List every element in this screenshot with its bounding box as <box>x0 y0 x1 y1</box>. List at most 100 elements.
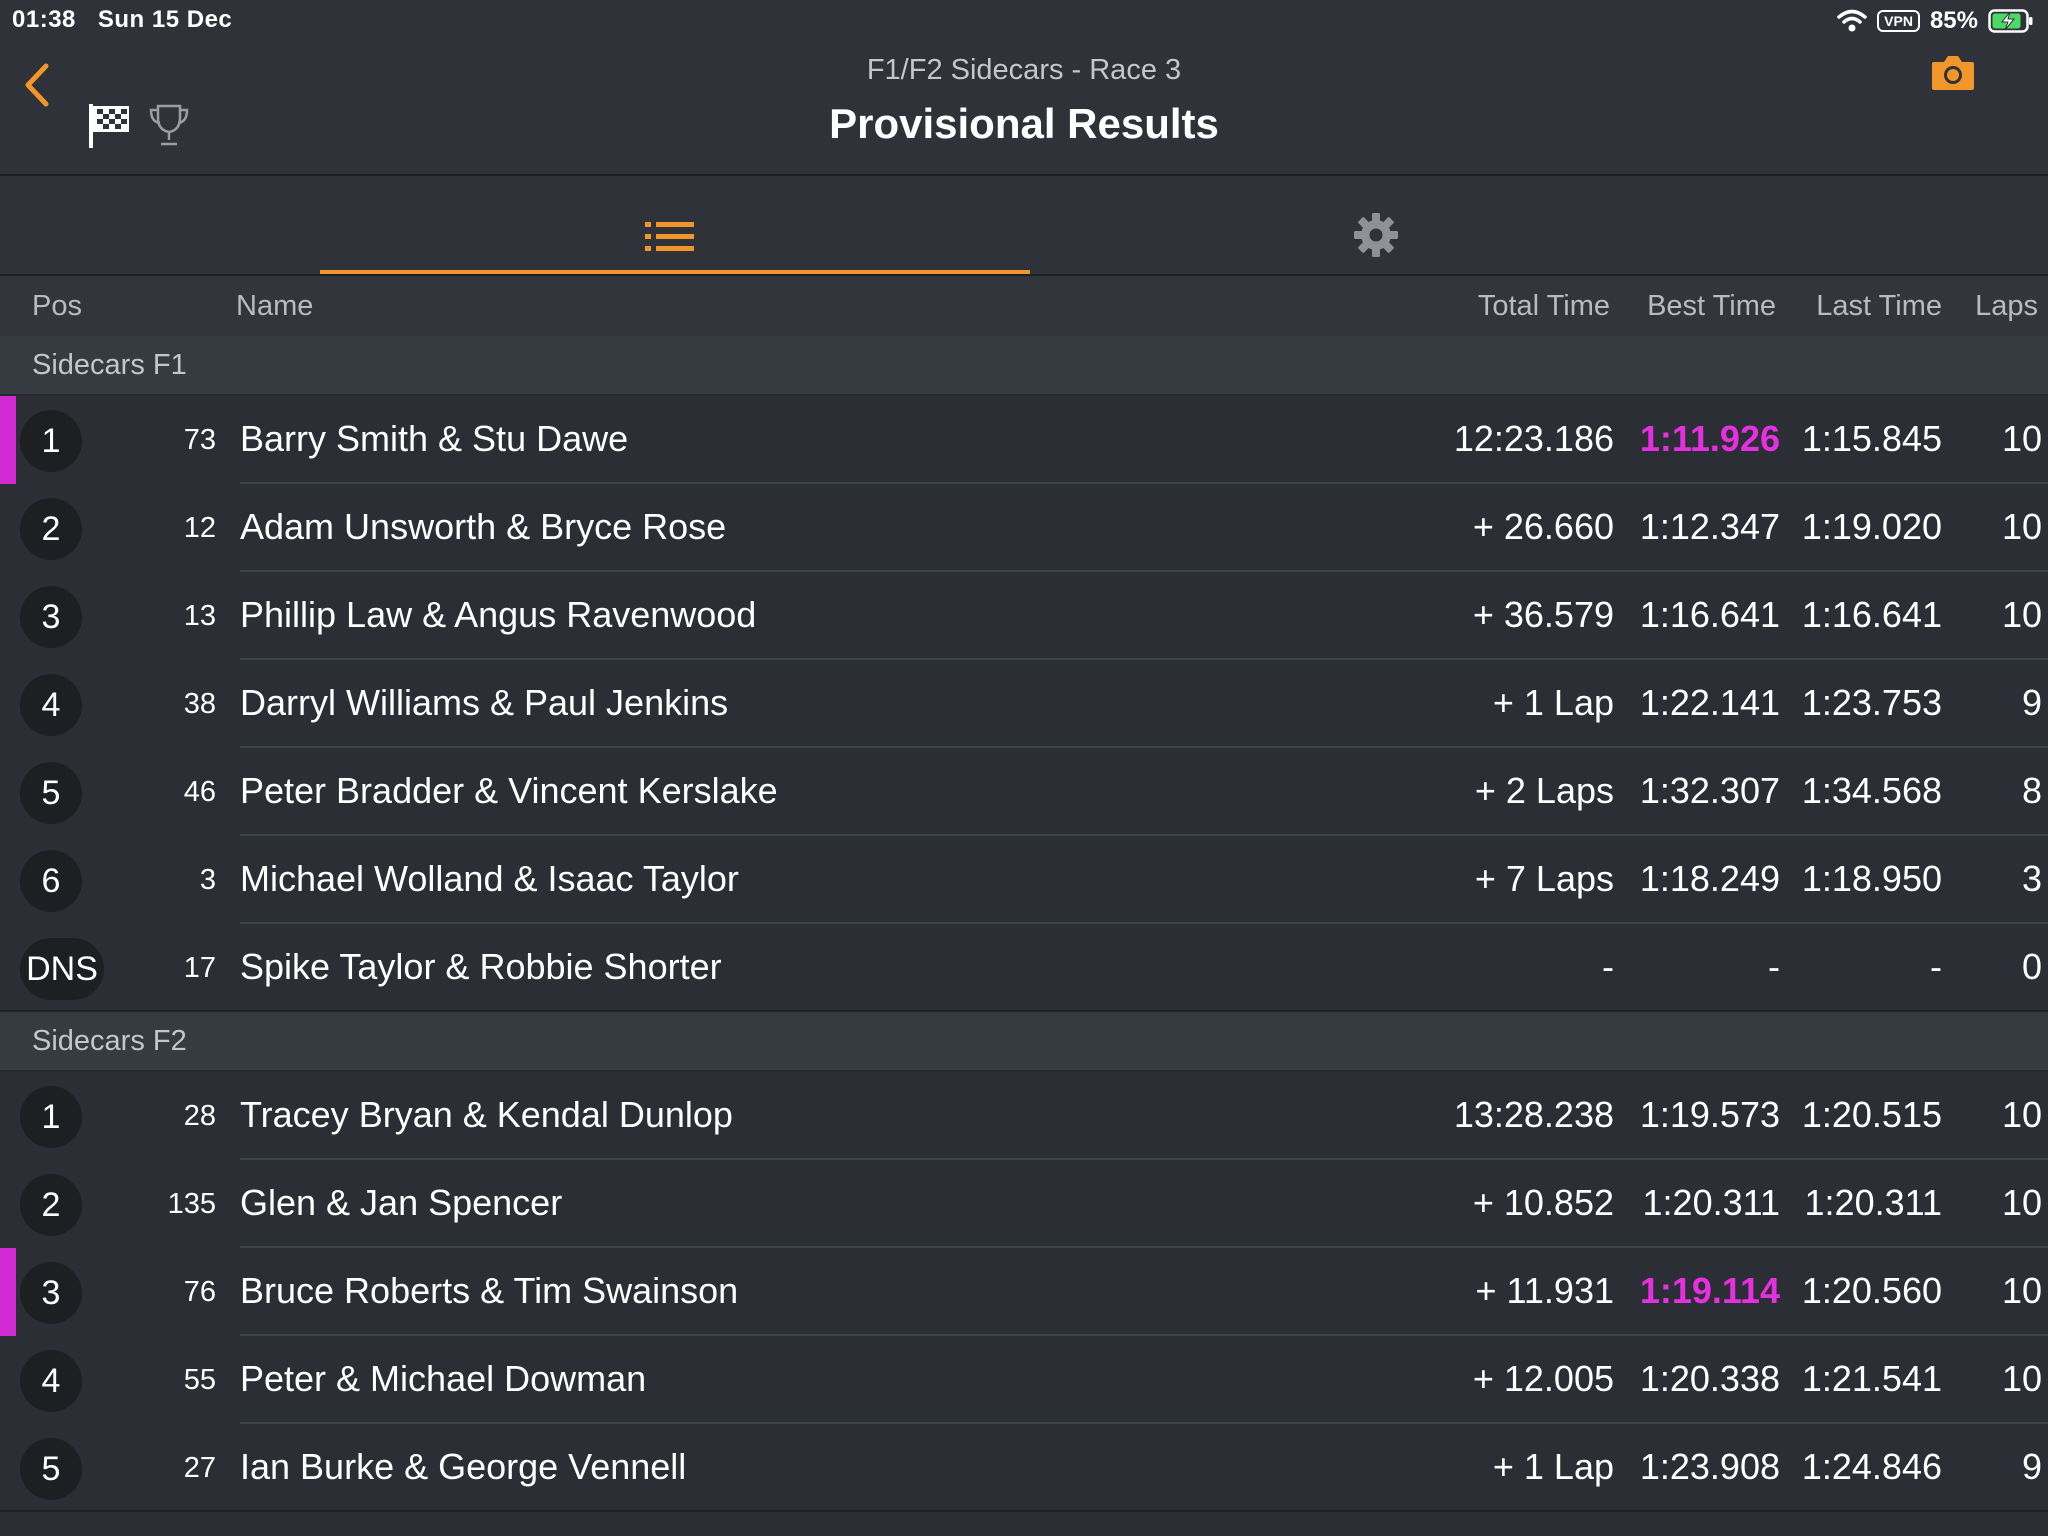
battery-percent: 85% <box>1929 7 1978 34</box>
race-number: 12 <box>183 512 216 544</box>
last-lap-time: 1:19.020 <box>1801 506 1942 547</box>
best-lap-time: 1:20.311 <box>1642 1182 1780 1223</box>
total-time: + 36.579 <box>1472 594 1614 635</box>
col-name[interactable]: Name <box>236 290 313 323</box>
total-time: + 11.931 <box>1475 1270 1614 1311</box>
race-number: 46 <box>183 776 216 808</box>
col-best-time[interactable]: Best Time <box>1647 290 1776 323</box>
rider-names: Darryl Williams & Paul Jenkins <box>240 682 729 723</box>
result-row[interactable]: 2 12 Adam Unsworth & Bryce Rose + 26.660 1:1… <box>0 484 2048 572</box>
col-laps[interactable]: Laps <box>1975 290 2038 323</box>
group-header: Sidecars F1 <box>0 336 2048 396</box>
laps-count: 10 <box>2001 1270 2042 1311</box>
race-number: 17 <box>183 952 216 984</box>
laps-count: 9 <box>2021 1446 2042 1487</box>
race-subtitle: F1/F2 Sidecars - Race 3 <box>866 54 1182 86</box>
position-badge: 6 <box>20 850 82 912</box>
position-badge: 1 <box>20 410 82 472</box>
rider-names: Phillip Law & Angus Ravenwood <box>240 594 757 635</box>
col-total-time[interactable]: Total Time <box>1478 290 1610 323</box>
tab-results-list[interactable] <box>320 176 1030 274</box>
result-row[interactable]: 1 28 Tracey Bryan & Kendal Dunlop 13:28.238… <box>0 1072 2048 1160</box>
last-lap-time: 1:21.541 <box>1801 1358 1942 1399</box>
position-badge: DNS <box>20 938 104 1000</box>
position-badge: 2 <box>20 1174 82 1236</box>
rider-names: Ian Burke & George Vennell <box>240 1446 687 1487</box>
result-row[interactable]: 1 73 Barry Smith & Stu Dawe 12:23.186 1:11.9… <box>0 396 2048 484</box>
laps-count: 10 <box>2001 1358 2042 1399</box>
best-lap-time: 1:19.114 <box>1639 1270 1780 1311</box>
laps-count: 9 <box>2021 682 2042 723</box>
group-header: Sidecars F2 <box>0 1012 2048 1072</box>
tab-settings[interactable] <box>1290 176 1460 274</box>
gear-icon <box>1354 213 1398 257</box>
laps-count: 10 <box>2001 594 2042 635</box>
result-row[interactable]: 5 46 Peter Bradder & Vincent Kerslake + 2 L… <box>0 748 2048 836</box>
rider-names: Spike Taylor & Robbie Shorter <box>240 946 722 987</box>
last-lap-time: 1:18.950 <box>1801 858 1942 899</box>
battery-charging-icon <box>1988 9 2033 33</box>
camera-icon[interactable] <box>1930 52 1976 92</box>
total-time: 13:28.238 <box>1453 1094 1614 1135</box>
result-row[interactable]: 3 13 Phillip Law & Angus Ravenwood + 36.579… <box>0 572 2048 660</box>
results-list: Sidecars F1 1 73 Barry Smith & Stu Dawe 12:2… <box>0 336 2048 1512</box>
laps-count: 3 <box>2021 858 2042 899</box>
active-tab-indicator <box>320 270 1030 274</box>
total-time: + 1 Lap <box>1492 682 1614 723</box>
col-last-time[interactable]: Last Time <box>1816 290 1942 323</box>
best-lap-time: - <box>1768 946 1780 987</box>
race-number: 76 <box>183 1276 216 1308</box>
status-time: 01:38 <box>12 6 76 33</box>
position-badge: 4 <box>20 674 82 736</box>
col-pos[interactable]: Pos <box>32 290 82 323</box>
status-date: Sun 15 Dec <box>97 6 233 33</box>
race-number: 13 <box>183 600 216 632</box>
race-number: 38 <box>183 688 216 720</box>
race-number: 28 <box>183 1100 216 1132</box>
last-lap-time: 1:20.560 <box>1801 1270 1942 1311</box>
result-row[interactable]: DNS 17 Spike Taylor & Robbie Shorter - - - 0 <box>0 924 2048 1012</box>
result-row[interactable]: 6 3 Michael Wolland & Isaac Taylor + 7 Laps… <box>0 836 2048 924</box>
navigation-bar: 01:38 Sun 15 Dec VPN 85% F1/F2 Sidecars … <box>0 0 2048 176</box>
total-time: + 26.660 <box>1472 506 1614 547</box>
total-time: + 7 Laps <box>1474 858 1614 899</box>
position-badge: 1 <box>20 1086 82 1148</box>
best-lap-time: 1:16.641 <box>1639 594 1780 635</box>
race-number: 55 <box>183 1364 216 1396</box>
result-row[interactable]: 4 38 Darryl Williams & Paul Jenkins + 1 Lap… <box>0 660 2048 748</box>
total-time: - <box>1602 946 1614 987</box>
result-row[interactable]: 2 135 Glen & Jan Spencer + 10.852 1:20.311 1:… <box>0 1160 2048 1248</box>
last-lap-time: 1:16.641 <box>1801 594 1942 635</box>
result-row[interactable]: 5 27 Ian Burke & George Vennell + 1 Lap 1:23… <box>0 1424 2048 1512</box>
rider-names: Glen & Jan Spencer <box>240 1182 563 1223</box>
best-lap-time: 1:32.307 <box>1639 770 1780 811</box>
last-lap-time: 1:34.568 <box>1801 770 1942 811</box>
laps-count: 0 <box>2021 946 2042 987</box>
race-number: 73 <box>183 424 216 456</box>
total-time: + 1 Lap <box>1492 1446 1614 1487</box>
vpn-badge: VPN <box>1877 10 1920 32</box>
position-badge: 3 <box>20 586 82 648</box>
position-badge: 3 <box>20 1262 82 1324</box>
best-lap-time: 1:12.347 <box>1639 506 1780 547</box>
rider-names: Michael Wolland & Isaac Taylor <box>240 858 739 899</box>
status-bar-left: 01:38 Sun 15 Dec <box>12 6 232 34</box>
list-icon <box>645 222 694 251</box>
fastest-lap-marker <box>0 1248 16 1336</box>
tab-bar <box>0 176 2048 276</box>
last-lap-time: - <box>1930 946 1942 987</box>
result-row[interactable]: 4 55 Peter & Michael Dowman + 12.005 1:20.33… <box>0 1336 2048 1424</box>
last-lap-time: 1:24.846 <box>1801 1446 1942 1487</box>
laps-count: 10 <box>2001 506 2042 547</box>
column-headers: Pos Name Total Time Best Time Last Time … <box>0 276 2048 338</box>
page-title: Provisional Results <box>829 100 1219 147</box>
result-row[interactable]: 3 76 Bruce Roberts & Tim Swainson + 11.931 1… <box>0 1248 2048 1336</box>
rider-names: Barry Smith & Stu Dawe <box>240 418 629 459</box>
total-time: + 10.852 <box>1472 1182 1614 1223</box>
best-lap-time: 1:18.249 <box>1639 858 1780 899</box>
best-lap-time: 1:22.141 <box>1639 682 1780 723</box>
last-lap-time: 1:23.753 <box>1801 682 1942 723</box>
rider-names: Peter & Michael Dowman <box>240 1358 647 1399</box>
best-lap-time: 1:11.926 <box>1639 418 1780 459</box>
last-lap-time: 1:15.845 <box>1801 418 1942 459</box>
